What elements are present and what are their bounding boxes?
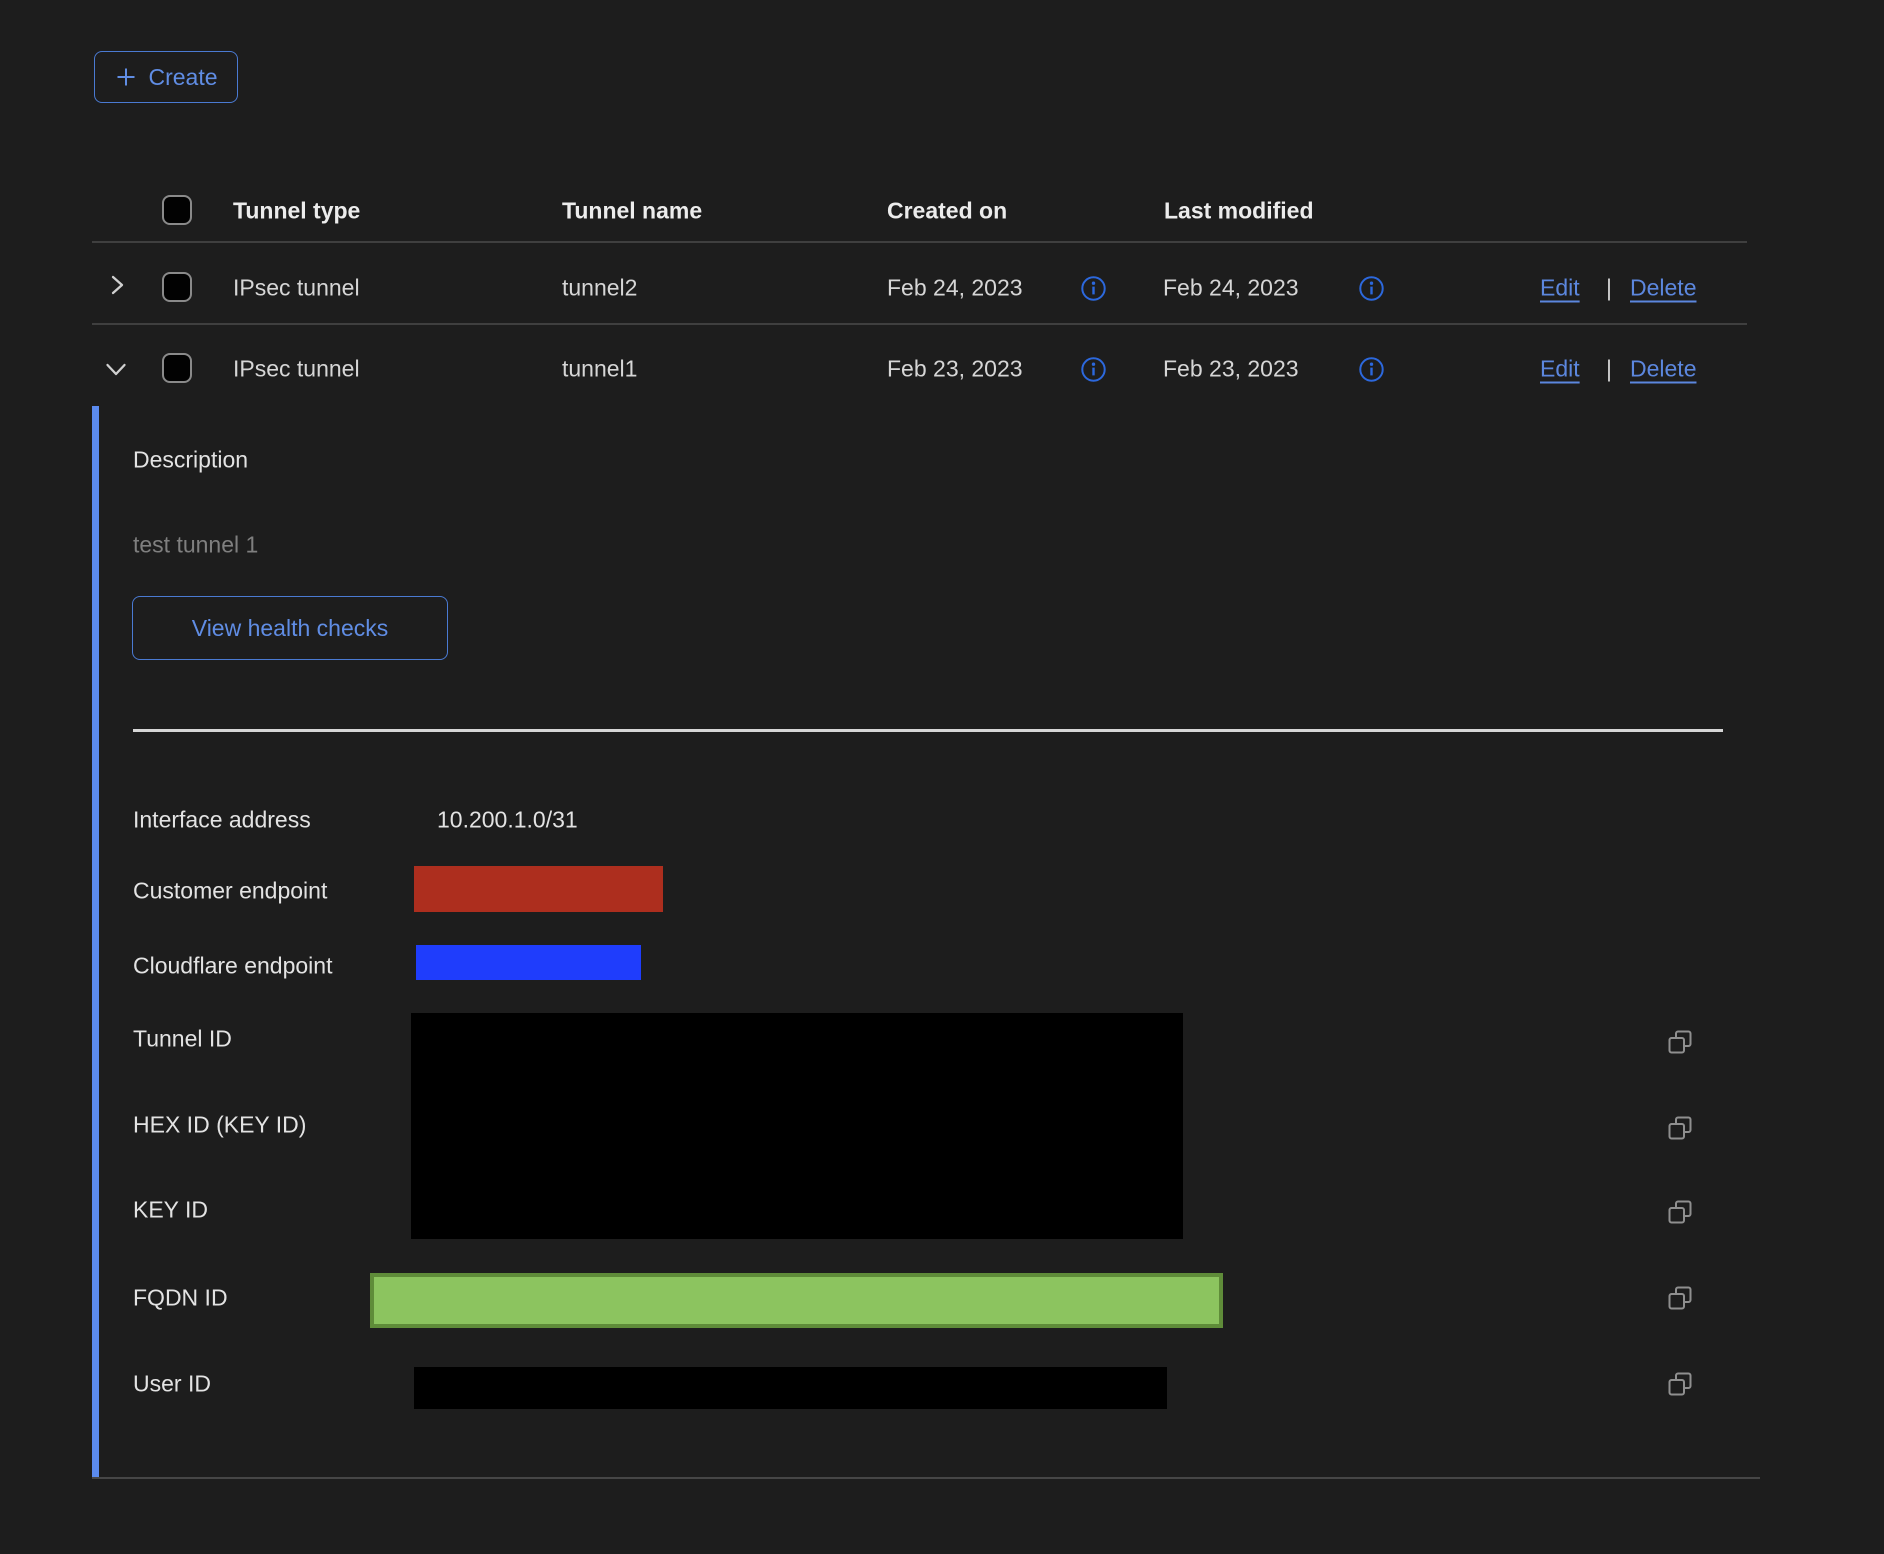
panel-bottom-divider	[92, 1477, 1760, 1479]
customer-endpoint-label: Customer endpoint	[133, 880, 327, 903]
hex-id-label: HEX ID (KEY ID)	[133, 1114, 306, 1137]
create-button[interactable]: Create	[94, 51, 238, 103]
column-header-last-modified: Last modified	[1164, 200, 1314, 223]
tunnel-name-cell: tunnel2	[562, 277, 637, 300]
column-header-tunnel-name: Tunnel name	[562, 200, 702, 223]
description-label: Description	[133, 449, 248, 472]
copy-icon[interactable]	[1666, 1114, 1694, 1142]
tunnels-page: Create Tunnel type Tunnel name Created o…	[0, 0, 1884, 1554]
key-id-label: KEY ID	[133, 1199, 208, 1222]
copy-icon[interactable]	[1666, 1284, 1694, 1312]
last-modified-cell: Feb 23, 2023	[1163, 358, 1299, 381]
tunnel-name-cell: tunnel1	[562, 358, 637, 381]
section-divider	[133, 729, 1723, 732]
copy-icon[interactable]	[1666, 1370, 1694, 1398]
chevron-down-icon[interactable]	[102, 355, 130, 383]
select-all-checkbox[interactable]	[162, 195, 192, 225]
interface-address-label: Interface address	[133, 809, 311, 832]
fqdn-id-label: FQDN ID	[133, 1287, 228, 1310]
info-circle-icon[interactable]	[1358, 356, 1385, 383]
column-header-created-on: Created on	[887, 200, 1007, 223]
action-separator: |	[1606, 358, 1612, 381]
expanded-panel-accent-bar	[92, 406, 99, 1478]
column-header-tunnel-type: Tunnel type	[233, 200, 360, 223]
tunnel-type-cell: IPsec tunnel	[233, 358, 360, 381]
chevron-right-icon[interactable]	[104, 272, 130, 298]
edit-link[interactable]: Edit	[1540, 358, 1580, 381]
edit-link[interactable]: Edit	[1540, 277, 1580, 300]
create-button-label: Create	[148, 64, 217, 91]
copy-icon[interactable]	[1666, 1198, 1694, 1226]
info-circle-icon[interactable]	[1080, 356, 1107, 383]
customer-endpoint-redaction	[414, 866, 663, 912]
cloudflare-endpoint-redaction	[416, 945, 641, 980]
info-circle-icon[interactable]	[1080, 275, 1107, 302]
view-health-checks-button[interactable]: View health checks	[132, 596, 448, 660]
view-health-checks-label: View health checks	[192, 615, 388, 642]
row-checkbox[interactable]	[162, 272, 192, 302]
tunnel-id-label: Tunnel ID	[133, 1028, 232, 1051]
copy-icon[interactable]	[1666, 1028, 1694, 1056]
delete-link[interactable]: Delete	[1630, 358, 1696, 381]
user-id-redaction	[414, 1367, 1167, 1409]
created-on-cell: Feb 24, 2023	[887, 277, 1023, 300]
created-on-cell: Feb 23, 2023	[887, 358, 1023, 381]
row-divider	[92, 323, 1747, 325]
ids-redaction-block	[411, 1013, 1183, 1239]
delete-link[interactable]: Delete	[1630, 277, 1696, 300]
row-checkbox[interactable]	[162, 353, 192, 383]
last-modified-cell: Feb 24, 2023	[1163, 277, 1299, 300]
tunnel-type-cell: IPsec tunnel	[233, 277, 360, 300]
description-value: test tunnel 1	[133, 534, 258, 557]
user-id-label: User ID	[133, 1373, 211, 1396]
fqdn-id-redaction	[370, 1273, 1223, 1328]
action-separator: |	[1606, 277, 1612, 300]
plus-icon	[114, 65, 138, 89]
interface-address-value: 10.200.1.0/31	[437, 809, 578, 832]
info-circle-icon[interactable]	[1358, 275, 1385, 302]
header-divider	[92, 241, 1747, 243]
cloudflare-endpoint-label: Cloudflare endpoint	[133, 955, 332, 978]
